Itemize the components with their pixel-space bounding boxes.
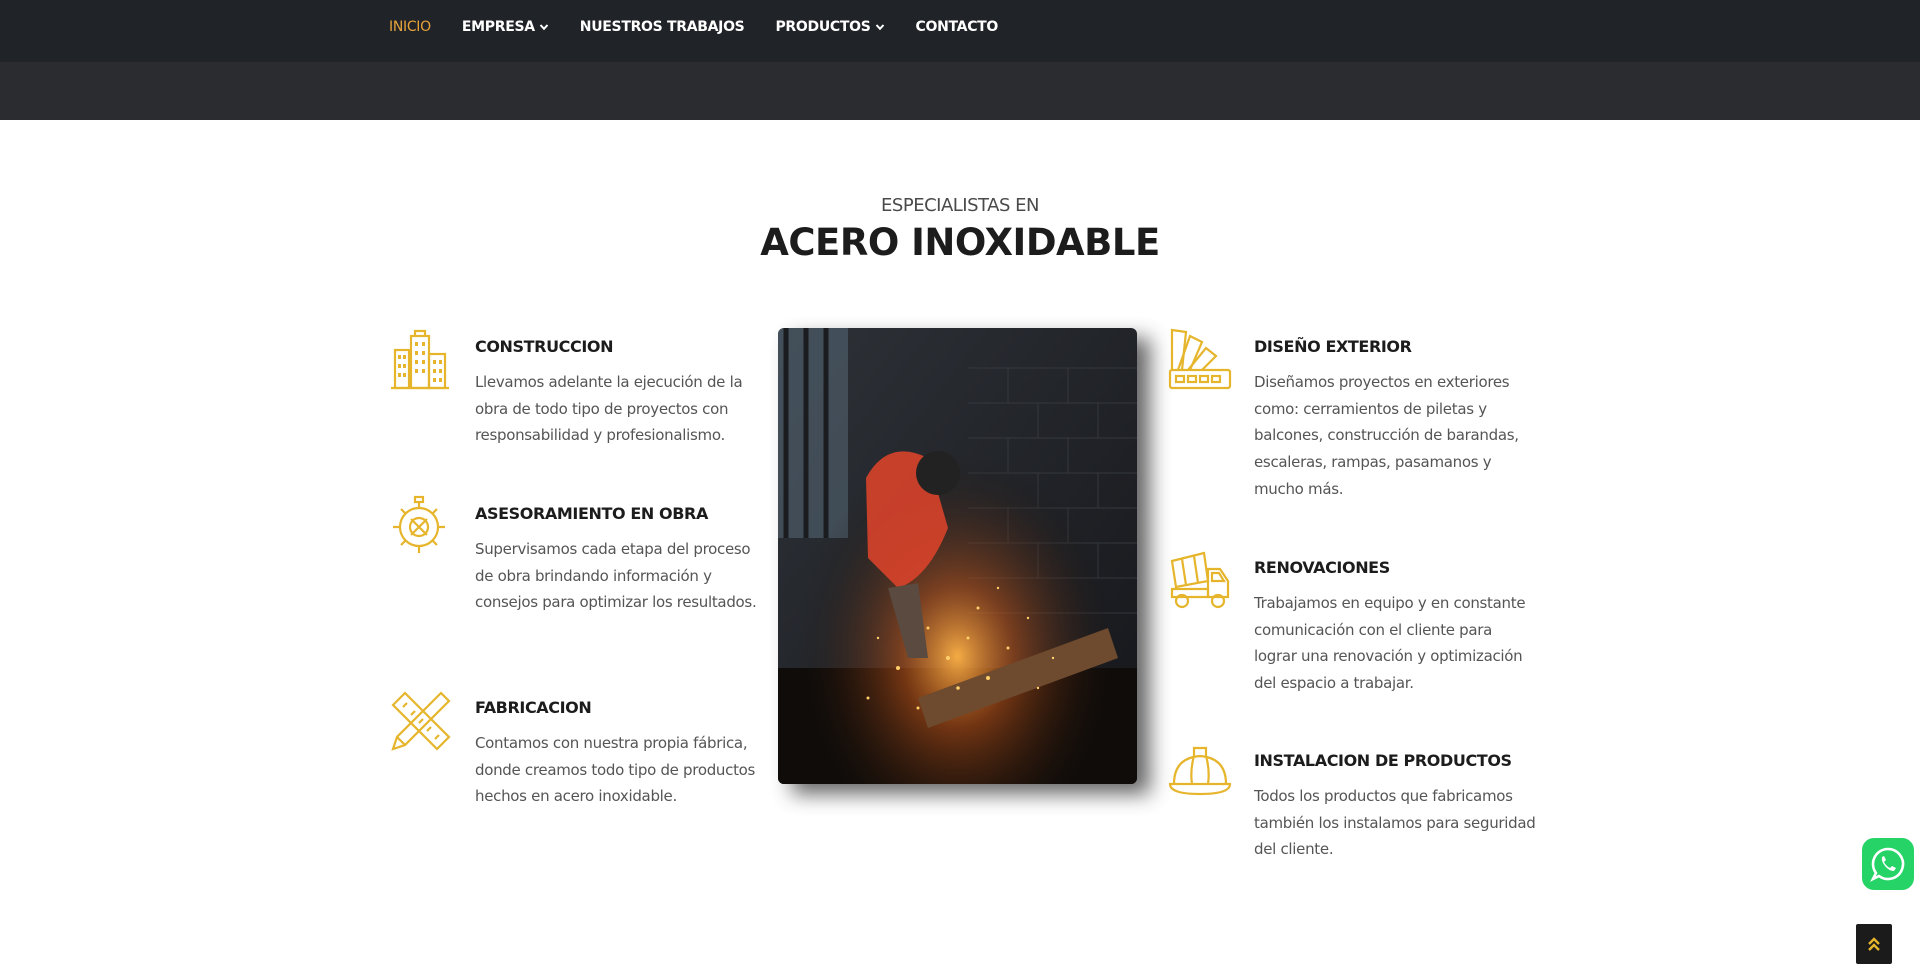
feature-title: CONSTRUCCION (475, 337, 614, 356)
hard-hat-icon (1168, 746, 1232, 796)
feature-text: Supervisamos cada etapa del proceso de o… (475, 540, 757, 612)
chevron-down-icon (539, 24, 549, 31)
header-band: INICIO EMPRESA NUESTROS TRABAJOS PRODUCT… (0, 0, 1920, 120)
nav-item-nuestros-trabajos[interactable]: NUESTROS TRABAJOS (580, 19, 745, 35)
section-title: ACERO INOXIDABLE (760, 221, 1160, 264)
whatsapp-icon (1870, 847, 1905, 882)
feature-title: RENOVACIONES (1254, 558, 1390, 577)
nav-item-label: EMPRESA (461, 19, 535, 35)
feature-title: INSTALACION DE PRODUCTOS (1254, 751, 1512, 770)
nav-item-label: INICIO (389, 19, 431, 35)
chevron-down-icon (875, 24, 884, 31)
feature-title: ASESORAMIENTO EN OBRA (475, 504, 708, 523)
gear-tools-icon (393, 495, 445, 553)
nav-item-empresa[interactable]: EMPRESA (462, 19, 549, 35)
scroll-to-top-button[interactable] (1856, 924, 1892, 964)
feature-text: Diseñamos proyectos en exteriores como: … (1254, 373, 1519, 498)
feature-title: FABRICACION (475, 698, 592, 717)
nav-item-productos[interactable]: PRODUCTOS (775, 19, 884, 35)
nav-item-label: NUESTROS TRABAJOS (579, 19, 745, 35)
whatsapp-button[interactable] (1862, 838, 1914, 890)
section-kicker: ESPECIALISTAS EN (881, 195, 1039, 216)
welder-photo (778, 328, 1137, 784)
cement-truck-icon (1170, 551, 1230, 609)
nav-item-label: CONTACTO (915, 19, 999, 35)
feature-text: Contamos con nuestra propia fábrica, don… (475, 734, 756, 806)
nav-item-label: PRODUCTOS (775, 19, 871, 35)
feature-text: Trabajamos en equipo y en constante comu… (1254, 594, 1526, 693)
double-chevron-up-icon (1868, 937, 1880, 951)
nav-item-contacto[interactable]: CONTACTO (916, 19, 999, 35)
color-swatch-icon (1168, 328, 1232, 390)
feature-text: Llevamos adelante la ejecución de la obr… (475, 373, 743, 445)
feature-text: Todos los productos que fabricamos tambi… (1254, 787, 1536, 859)
nav-item-inicio[interactable]: INICIO (389, 19, 431, 35)
main-nav: INICIO EMPRESA NUESTROS TRABAJOS PRODUCT… (389, 0, 1029, 54)
feature-title: DISEÑO EXTERIOR (1254, 337, 1412, 356)
pencil-ruler-icon (391, 691, 451, 751)
buildings-icon (391, 329, 449, 390)
